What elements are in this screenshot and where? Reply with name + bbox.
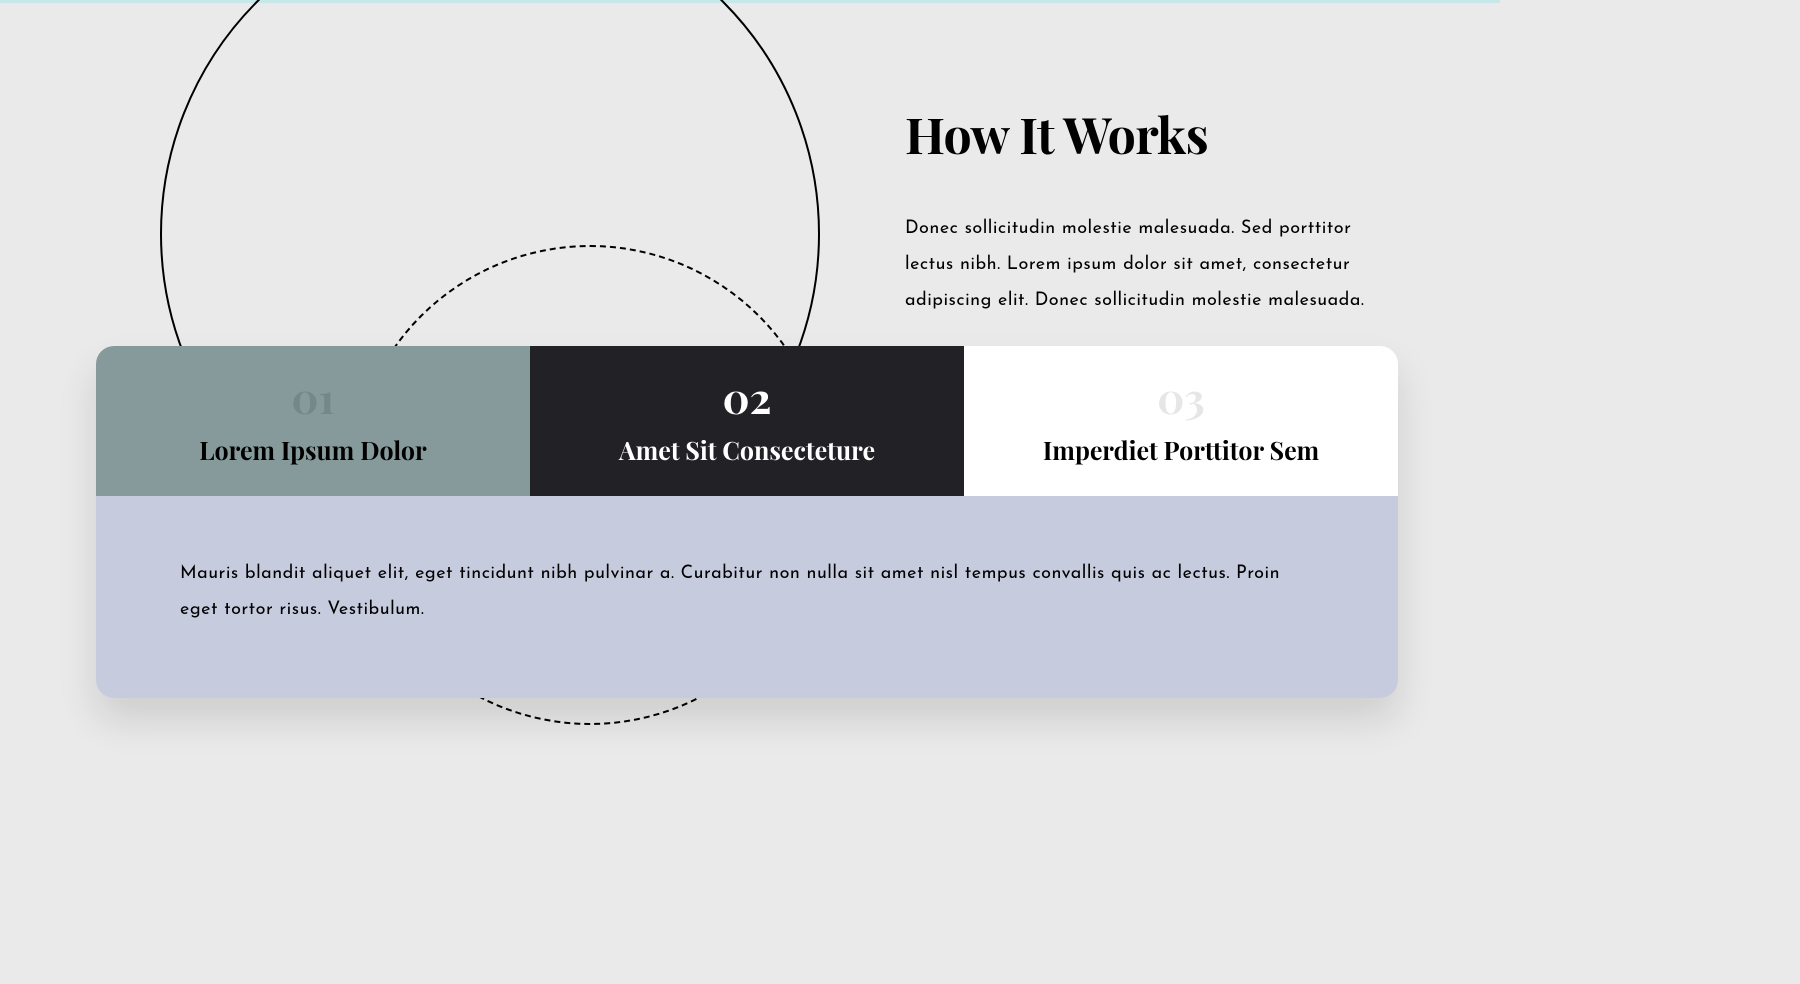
section-heading: How It Works <box>905 100 1395 167</box>
intro-paragraph: Donec sollicitudin molestie malesuada. S… <box>905 211 1395 319</box>
tab-number: 01 <box>291 376 334 418</box>
tab-number: 03 <box>1157 376 1205 418</box>
tab-step-3[interactable]: 03 Imperdiet Porttitor Sem <box>964 346 1398 496</box>
tab-number: 02 <box>722 376 771 418</box>
tab-step-2[interactable]: 02 Amet Sit Consecteture <box>530 346 964 496</box>
tab-title: Lorem Ipsum Dolor <box>199 434 426 467</box>
tab-row: 01 Lorem Ipsum Dolor 02 Amet Sit Consect… <box>96 346 1398 496</box>
tab-step-1[interactable]: 01 Lorem Ipsum Dolor <box>96 346 530 496</box>
how-it-works-card: 01 Lorem Ipsum Dolor 02 Amet Sit Consect… <box>96 346 1398 698</box>
tab-title: Amet Sit Consecteture <box>619 434 875 467</box>
tab-content-text: Mauris blandit aliquet elit, eget tincid… <box>180 556 1314 628</box>
top-accent-bar <box>0 0 1500 3</box>
tab-title: Imperdiet Porttitor Sem <box>1043 434 1319 467</box>
tab-content-panel: Mauris blandit aliquet elit, eget tincid… <box>96 496 1398 698</box>
intro-section: How It Works Donec sollicitudin molestie… <box>905 100 1395 319</box>
